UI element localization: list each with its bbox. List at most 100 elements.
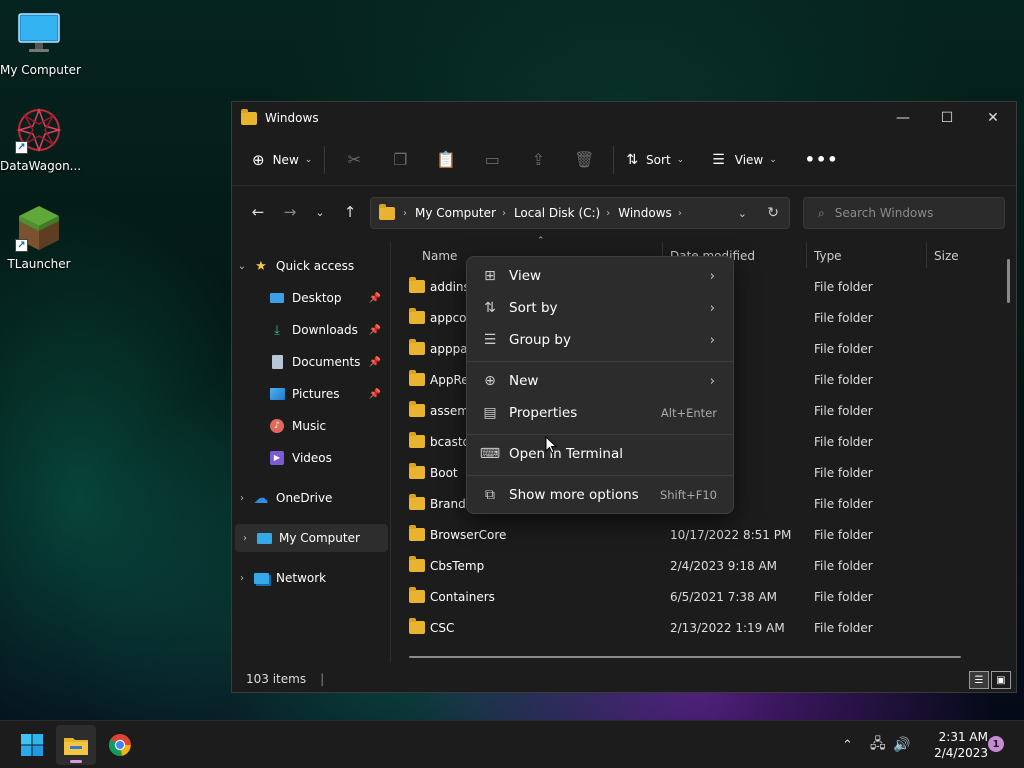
sidebar-item-downloads[interactable]: ⤓ Downloads 📌 [232,316,387,344]
folder-icon [409,432,425,448]
maximize-button[interactable]: ☐ [924,102,970,134]
sidebar-item-pictures[interactable]: Pictures 📌 [232,380,387,408]
command-bar: ⊕ New ⌄ ✂ ❐ 📋 ▭ ⇪ 🗑 ⇅ Sort ⌄ ☰ View ⌄ ••… [232,134,1016,186]
desktop-icon-my-computer[interactable]: My Computer [0,10,81,77]
sidebar-item-network[interactable]: › Network [232,564,387,592]
context-item-show-more-options[interactable]: ⧉ Show more options Shift+F10 [471,480,729,510]
scissors-icon: ✂ [347,150,362,169]
context-item-label: New [509,373,539,389]
desktop-icon [268,290,286,306]
up-button[interactable]: ↑ [334,197,366,227]
context-item-label: View [509,268,542,284]
notification-badge[interactable]: 1 [988,736,1004,752]
large-icons-view-button[interactable]: ▣ [991,671,1011,689]
column-header-size[interactable]: Size [934,244,959,268]
sort-label: Sort [646,152,671,167]
view-button[interactable]: ☰ View ⌄ [706,144,783,176]
file-date: 2/13/2022 1:19 AM [670,620,785,635]
file-name: AppRe [430,372,469,387]
copy-icon: ❐ [393,150,408,169]
search-icon: ⌕ [818,205,825,220]
monitor-icon [15,10,63,58]
show-hidden-icons-button[interactable]: ⌃ [842,721,853,768]
copy-button[interactable]: ❐ [377,144,423,176]
sidebar-item-music[interactable]: ♪ Music [232,412,387,440]
column-header-type[interactable]: Type [814,244,842,268]
cloud-icon: ☁ [253,489,269,507]
vertical-scrollbar[interactable] [1007,259,1010,303]
monitor-icon [255,530,273,546]
folder-icon [409,463,425,479]
desktop-icon-tlauncher[interactable]: ↗ TLauncher [0,204,78,271]
context-item-properties[interactable]: ▤ Properties Alt+Enter [471,398,729,428]
taskbar-file-explorer[interactable] [56,725,96,765]
paste-button[interactable]: 📋 [423,144,469,176]
clock[interactable]: 2:31 AM 2/4/2023 [918,729,988,761]
details-view-icon: ☰ [974,674,984,686]
file-name: Brandi [430,496,470,511]
shortcut-text: Shift+F10 [659,488,717,502]
sidebar-item-label: Documents [292,355,361,369]
close-button[interactable]: ✕ [970,102,1016,134]
sidebar-item-videos[interactable]: ▶ Videos [232,444,387,472]
start-button[interactable] [12,725,52,765]
breadcrumb-chevron-icon: › [606,207,611,219]
file-name: bcastd [430,434,471,449]
new-button[interactable]: ⊕ New ⌄ [246,144,318,176]
sidebar-item-desktop[interactable]: Desktop 📌 [232,284,387,312]
back-button[interactable]: ← [242,197,274,227]
sort-button[interactable]: ⇅ Sort ⌄ [620,144,690,176]
taskbar-chrome[interactable] [100,725,140,765]
folder-icon [409,401,425,417]
share-button[interactable]: ⇪ [515,144,561,176]
tlauncher-icon: ↗ [15,204,63,252]
sort-icon: ⇅ [484,300,496,316]
breadcrumb-windows[interactable]: Windows [618,206,672,220]
context-item-sort-by[interactable]: ⇅ Sort by › [471,293,729,323]
recent-locations-button[interactable]: ⌄ [306,197,334,227]
column-separator[interactable] [806,242,807,268]
volume-button[interactable]: 🔊 [893,721,910,768]
desktop-icon-datawagon[interactable]: ↗ DataWagon... [0,106,81,173]
address-bar[interactable]: › My Computer › Local Disk (C:) › Window… [370,197,790,229]
file-row[interactable]: CbsTemp 2/4/2023 9:18 AM File folder [409,550,989,581]
context-item-new[interactable]: ⊕ New › [471,366,729,396]
details-view-button[interactable]: ☰ [969,671,989,689]
file-row[interactable]: Containers 6/5/2021 7:38 AM File folder [409,581,989,612]
chevron-down-icon: ⌄ [315,205,325,219]
videos-icon: ▶ [268,450,286,466]
sidebar-item-onedrive[interactable]: › ☁ OneDrive [232,484,387,512]
sidebar-item-my-computer[interactable]: › My Computer [235,524,388,552]
cut-button[interactable]: ✂ [331,144,377,176]
column-header-name[interactable]: Name [422,244,457,268]
delete-button[interactable]: 🗑 [561,144,607,176]
file-type: File folder [814,279,873,294]
horizontal-scrollbar[interactable] [409,656,961,658]
thumbnail-view-icon: ▣ [996,674,1006,686]
more-options-button[interactable]: ••• [799,144,845,176]
column-separator[interactable] [926,242,927,268]
file-explorer-icon [64,738,88,755]
chevron-right-icon: › [240,492,244,504]
sidebar-item-documents[interactable]: Documents 📌 [232,348,387,376]
refresh-icon[interactable]: ↻ [767,205,779,221]
network-status-button[interactable]: 🖧 [870,721,886,768]
plus-circle-icon: ⊕ [484,373,496,389]
context-item-view[interactable]: ⊞ View › [471,261,729,291]
minimize-button[interactable]: — [880,102,926,134]
forward-button[interactable]: → [274,197,306,227]
address-history-chevron-icon[interactable]: ⌄ [738,207,747,220]
rename-button[interactable]: ▭ [469,144,515,176]
breadcrumb-my-computer[interactable]: My Computer [415,206,496,220]
taskbar: ⌃ 🖧 🔊 2:31 AM 2/4/2023 [0,720,1024,768]
sidebar-item-quick-access[interactable]: ⌄ ★ Quick access [232,252,387,280]
file-row[interactable]: CSC 2/13/2022 1:19 AM File folder [409,612,989,643]
menu-separator [467,475,733,476]
file-row[interactable]: BrowserCore 10/17/2022 8:51 PM File folder [409,519,989,550]
search-box[interactable]: ⌕ Search Windows [803,197,1005,229]
breadcrumb-local-disk[interactable]: Local Disk (C:) [514,206,600,220]
context-item-group-by[interactable]: ☰ Group by › [471,325,729,355]
arrow-up-icon: ↑ [343,203,357,221]
clock-date: 2/4/2023 [934,746,988,760]
context-item-open-in-terminal[interactable]: ⌨ Open in Terminal [471,439,729,469]
